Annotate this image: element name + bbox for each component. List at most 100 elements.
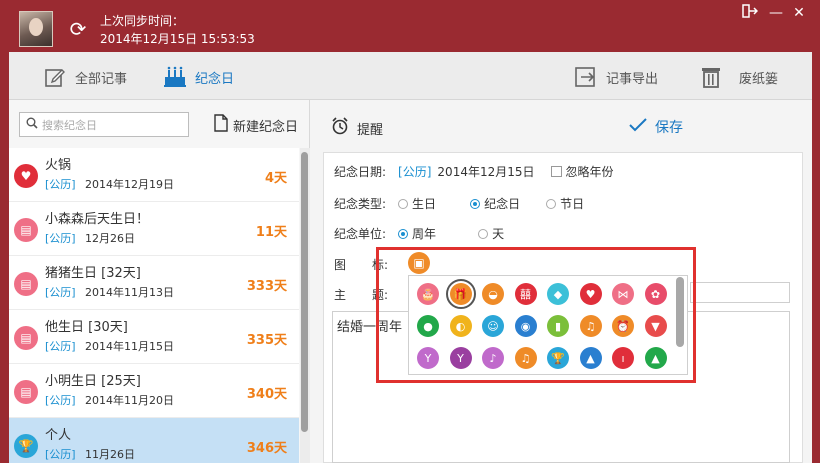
- anniversary-list-panel: 搜索纪念日 新建纪念日 ♥ 火锅 [公历] 2014年12月19日 4天 ▤ 小森森后天生日…: [9, 100, 310, 463]
- item-calendar-type: [公历]: [45, 394, 76, 407]
- radio-label: 生日: [412, 197, 437, 211]
- logout-icon[interactable]: [740, 4, 760, 22]
- search-icon: [26, 117, 38, 132]
- avatar[interactable]: [19, 11, 53, 47]
- item-date: 2014年11月13日: [85, 286, 174, 299]
- radio-dot: [398, 198, 409, 209]
- item-name: 个人: [45, 428, 72, 443]
- radio-label: 纪念日: [484, 197, 521, 211]
- item-days: 11天: [255, 225, 287, 240]
- item-name: 小森森后天生日！: [45, 212, 150, 227]
- save-label: 保存: [655, 120, 683, 136]
- item-name: 他生日 [30天]: [45, 320, 128, 335]
- list-item[interactable]: 🏆 个人 [公历] 11月26日 346天: [9, 418, 299, 463]
- export-icon: [574, 65, 598, 89]
- heart-icon: ♥: [14, 164, 38, 188]
- list-scrollbar-thumb[interactable]: [301, 152, 308, 432]
- item-date: 11月26日: [85, 448, 135, 461]
- cake-icon: [163, 65, 187, 89]
- anniversary-tab[interactable]: 纪念日: [163, 64, 234, 90]
- trash-button[interactable]: 废纸篓: [699, 64, 778, 90]
- unit-row: 纪念单位: 周年 天: [334, 225, 504, 242]
- cake-icon: ▤: [14, 272, 38, 296]
- type-option-birthday[interactable]: 生日: [398, 195, 436, 212]
- date-row: 纪念日期: [公历] 2014年12月15日 忽略年份: [334, 163, 614, 180]
- list-item[interactable]: ▤ 他生日 [30天] [公历] 2014年11月15日 335天: [9, 310, 299, 364]
- close-icon[interactable]: ✕: [789, 4, 809, 22]
- icon-picker-highlight: [376, 247, 696, 383]
- radio-label: 周年: [412, 227, 437, 241]
- type-option-holiday[interactable]: 节日: [546, 195, 584, 212]
- item-days: 333天: [246, 279, 287, 294]
- date-value[interactable]: 2014年12月15日: [437, 163, 534, 180]
- radio-dot: [398, 228, 409, 239]
- item-calendar-type: [公历]: [45, 340, 76, 353]
- ignore-year-checkbox[interactable]: 忽略年份: [550, 163, 614, 180]
- unit-option-year[interactable]: 周年: [398, 225, 436, 242]
- export-label: 记事导出: [606, 71, 659, 87]
- export-button[interactable]: 记事导出: [574, 64, 658, 90]
- toolbar: 全部记事 纪念日 记事导出 废纸篓: [9, 52, 812, 100]
- item-date: 2014年12月19日: [85, 178, 174, 191]
- all-notes-button[interactable]: 全部记事: [43, 64, 127, 90]
- date-calendar-type[interactable]: [公历]: [398, 163, 431, 180]
- item-calendar-type: [公历]: [45, 286, 76, 299]
- new-file-icon: [213, 114, 229, 136]
- cake-icon: ▤: [14, 218, 38, 242]
- item-calendar-type: [公历]: [45, 232, 76, 245]
- type-label: 纪念类型:: [334, 197, 387, 211]
- sync-label: 上次同步时间：: [100, 14, 185, 28]
- icon-label-a: 图: [334, 258, 347, 272]
- item-days: 4天: [264, 171, 287, 186]
- cake-icon: ▤: [14, 326, 38, 350]
- subject-input[interactable]: [690, 282, 790, 303]
- item-days: 335天: [246, 333, 287, 348]
- trash-label: 废纸篓: [739, 71, 779, 87]
- title-bar: ⟳ 上次同步时间： 2014年12月15日 15:53:53 — ✕: [0, 0, 820, 52]
- item-days: 346天: [246, 441, 287, 456]
- anniversary-list: ♥ 火锅 [公历] 2014年12月19日 4天 ▤ 小森森后天生日！ [公历] 12月26日 1…: [9, 148, 299, 463]
- item-date: 2014年11月20日: [85, 394, 174, 407]
- app-window: ⟳ 上次同步时间： 2014年12月15日 15:53:53 — ✕ 全部记事 …: [0, 0, 820, 463]
- checkmark-icon: [629, 118, 647, 136]
- save-button[interactable]: 保存: [629, 117, 683, 137]
- radio-dot: [478, 228, 489, 239]
- item-calendar-type: [公历]: [45, 448, 76, 461]
- checkbox-box: [550, 166, 562, 177]
- new-anniversary-label: 新建纪念日: [233, 119, 299, 135]
- minimize-icon[interactable]: —: [766, 4, 786, 22]
- remind-button[interactable]: 提醒: [331, 117, 383, 139]
- radio-dot: [546, 198, 557, 209]
- radio-label: 天: [492, 227, 505, 241]
- trophy-icon: 🏆: [14, 434, 38, 458]
- search-input[interactable]: 搜索纪念日: [19, 112, 189, 137]
- list-item[interactable]: ▤ 猪猪生日 [32天] [公历] 2014年11月13日 333天: [9, 256, 299, 310]
- sync-time: 2014年12月15日 15:53:53: [100, 32, 255, 46]
- remind-label: 提醒: [357, 122, 384, 138]
- list-item[interactable]: ♥ 火锅 [公历] 2014年12月19日 4天: [9, 148, 299, 202]
- anniversary-label: 纪念日: [195, 71, 235, 87]
- item-date: 12月26日: [85, 232, 135, 245]
- new-anniversary-button[interactable]: 新建纪念日: [213, 113, 298, 137]
- date-label: 纪念日期:: [334, 165, 387, 179]
- radio-dot: [470, 198, 481, 209]
- item-name: 火锅: [45, 158, 72, 173]
- radio-label: 节日: [560, 197, 585, 211]
- unit-option-day[interactable]: 天: [478, 225, 504, 242]
- trash-icon: [699, 65, 723, 89]
- list-item[interactable]: ▤ 小森森后天生日！ [公历] 12月26日 11天: [9, 202, 299, 256]
- type-row: 纪念类型: 生日 纪念日 节日: [334, 195, 584, 212]
- item-name: 小明生日 [25天]: [45, 374, 141, 389]
- list-item[interactable]: ▤ 小明生日 [25天] [公历] 2014年11月20日 340天: [9, 364, 299, 418]
- type-option-anniversary[interactable]: 纪念日: [470, 195, 520, 212]
- sync-icon[interactable]: ⟳: [67, 18, 89, 40]
- ignore-year-label: 忽略年份: [565, 165, 614, 179]
- item-name: 猪猪生日 [32天]: [45, 266, 141, 281]
- item-days: 340天: [246, 387, 287, 402]
- cake-icon: ▤: [14, 380, 38, 404]
- item-calendar-type: [公历]: [45, 178, 76, 191]
- all-notes-label: 全部记事: [75, 71, 128, 87]
- edit-icon: [43, 65, 67, 89]
- alarm-clock-icon: [331, 117, 349, 139]
- unit-label: 纪念单位:: [334, 227, 387, 241]
